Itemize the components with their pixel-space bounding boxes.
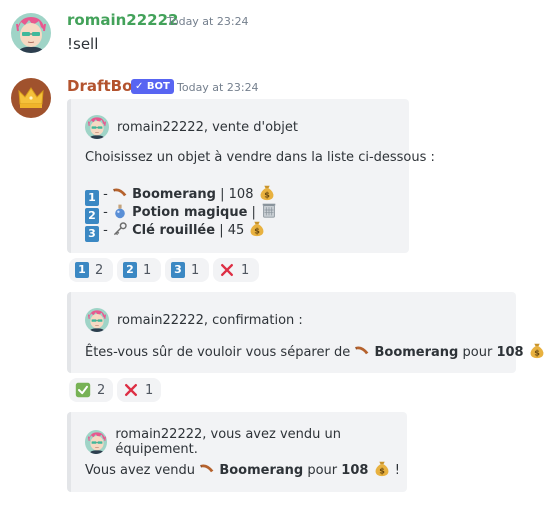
item-name: Clé rouillée	[132, 223, 216, 238]
money-bag-icon	[528, 341, 544, 359]
reaction-keycap-1[interactable]: 1 2	[69, 258, 113, 282]
text-mid: pour	[462, 345, 493, 360]
bot-avatar[interactable]	[11, 78, 51, 118]
reaction-count: 1	[241, 262, 250, 278]
boomerang-icon	[199, 461, 215, 477]
embed-author-name: romain22222, vente d'objet	[117, 119, 299, 135]
keycap-1-icon: 1	[75, 262, 89, 278]
item-price: 108	[228, 187, 254, 202]
money-bag-icon	[258, 183, 276, 201]
money-bag-icon	[248, 219, 266, 237]
result-text: Vous avez vendu Boomerang pour 108 !	[85, 459, 400, 480]
boomerang-icon	[354, 343, 370, 359]
old-key-icon	[112, 221, 128, 237]
check-mark-icon	[75, 382, 91, 398]
embed-author-name: romain22222, confirmation :	[117, 312, 303, 328]
reaction-keycap-2[interactable]: 2 1	[117, 258, 161, 282]
reaction-keycap-3[interactable]: 3 1	[165, 258, 209, 282]
wastebasket-icon	[260, 201, 278, 219]
bot-username[interactable]: DraftBot	[67, 77, 140, 95]
confirmation-text: Êtes-vous sûr de vouloir vous séparer de…	[85, 341, 544, 362]
reaction-check[interactable]: 2	[69, 378, 113, 402]
item-name: Boomerang	[219, 463, 304, 478]
sale-result-embed: romain22222, vous avez vendu un équipeme…	[67, 412, 407, 492]
cross-mark-icon	[123, 382, 139, 398]
embed-author: romain22222, vous avez vendu un équipeme…	[85, 427, 407, 457]
bot-badge: ✓ BOT	[131, 79, 174, 94]
reaction-cross[interactable]: 1	[117, 378, 161, 402]
message-text: !sell	[67, 35, 99, 53]
bot-badge-label: BOT	[146, 81, 170, 92]
message-timestamp: Today at 23:24	[167, 15, 249, 28]
item-name: Boomerang	[132, 187, 216, 202]
text-before: Vous avez vendu	[85, 463, 196, 478]
sell-list-embed: romain22222, vente d'objet Choisissez un…	[67, 99, 435, 253]
author-avatar	[85, 308, 109, 332]
embed-author: romain22222, vente d'objet	[85, 115, 298, 139]
reaction-count: 1	[191, 262, 200, 278]
message-username[interactable]: romain22222	[67, 11, 178, 29]
potion-icon	[112, 203, 128, 219]
embed-intro: Choisissez un objet à vendre dans la lis…	[85, 150, 435, 165]
text-before: Êtes-vous sûr de vouloir vous séparer de	[85, 345, 351, 360]
crown-icon	[11, 78, 51, 118]
author-avatar	[85, 430, 107, 454]
text-end: !	[394, 463, 400, 478]
reaction-count: 2	[97, 382, 106, 398]
embed-author: romain22222, confirmation :	[85, 308, 303, 332]
check-icon: ✓	[135, 81, 144, 92]
reaction-count: 2	[95, 262, 104, 278]
confirmation-embed: romain22222, confirmation : Êtes-vous sû…	[67, 292, 516, 373]
item-name: Boomerang	[374, 345, 459, 360]
cross-mark-icon	[219, 262, 235, 278]
embed-author-name: romain22222, vous avez vendu un équipeme…	[115, 427, 341, 457]
reaction-count: 1	[143, 262, 152, 278]
money-bag-icon	[373, 459, 391, 477]
author-avatar	[85, 115, 109, 139]
text-mid: pour	[307, 463, 338, 478]
avatar-image	[11, 13, 51, 53]
item-line-3: 3 - Clé rouillée | 45	[85, 219, 266, 242]
item-price: 45	[227, 223, 245, 238]
item-price: 108	[341, 463, 369, 478]
reaction-cross[interactable]: 1	[213, 258, 259, 282]
keycap-3-icon: 3	[85, 226, 99, 242]
keycap-3-icon: 3	[171, 262, 185, 278]
boomerang-icon	[112, 185, 128, 201]
item-price: 108	[496, 345, 524, 360]
keycap-2-icon: 2	[123, 262, 137, 278]
reaction-count: 1	[145, 382, 154, 398]
bot-timestamp: Today at 23:24	[177, 81, 259, 94]
user-avatar[interactable]	[11, 13, 51, 53]
item-name: Potion magique	[132, 205, 248, 220]
